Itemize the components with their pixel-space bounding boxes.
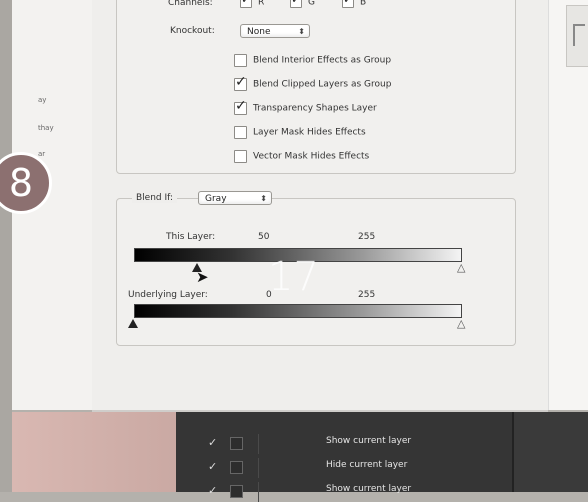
panel-background [512, 412, 588, 492]
blend-if-channel-value: Gray [205, 194, 227, 204]
channel-g-checkbox[interactable]: ✓G [290, 0, 315, 8]
checkmark-icon: ✓ [208, 436, 218, 449]
preview-thumbnail [566, 5, 588, 67]
checkmark-icon: ✓ [235, 74, 247, 90]
checkmark-icon: ✓ [235, 98, 247, 114]
channel-r-checkbox[interactable]: ✓R [240, 0, 264, 8]
left-panel-fragment: thay [38, 124, 54, 132]
blend-clipped-layers-option[interactable]: ✓ Blend Clipped Layers as Group [234, 74, 391, 94]
this-layer-label: This Layer: [166, 232, 216, 242]
knockout-value: None [247, 27, 271, 37]
menu-item-show-current-layer-2[interactable]: ✓ Show current layer [176, 482, 512, 502]
left-panel-fragment: ar [38, 150, 46, 158]
checkbox[interactable] [234, 126, 247, 139]
canvas-background [12, 412, 176, 492]
checkbox[interactable]: ✓ [234, 74, 247, 91]
checkbox[interactable] [230, 437, 243, 450]
underlying-white-slider-handle[interactable]: △ [457, 318, 468, 329]
knockout-label: Knockout: [170, 26, 215, 36]
transparency-shapes-layer-option[interactable]: ✓ Transparency Shapes Layer [234, 98, 377, 118]
underlying-layer-label: Underlying Layer: [128, 290, 208, 300]
blend-if-channel-select[interactable]: Gray ⬍ [198, 191, 272, 205]
checkbox[interactable]: ✓ [234, 98, 247, 115]
updown-arrow-icon: ⬍ [298, 27, 305, 36]
checkbox[interactable] [230, 461, 243, 474]
left-margin [0, 0, 12, 492]
left-panel-fragment: ay [38, 96, 47, 104]
underlying-layer-gradient-bar[interactable] [134, 304, 462, 318]
this-layer-white-slider-handle[interactable]: △ [457, 262, 468, 273]
this-layer-low-value: 50 [258, 232, 270, 242]
channel-b-checkbox[interactable]: ✓B [342, 0, 366, 8]
mouse-pointer-icon: ➤ [196, 268, 209, 286]
menu-item-show-current-layer[interactable]: ✓ Show current layer [176, 434, 512, 454]
overlay-value-number: 17 [268, 254, 319, 300]
checkmark-icon: ✓ [208, 460, 218, 473]
underlying-black-slider-handle[interactable] [128, 319, 138, 328]
underlying-high-value: 255 [358, 290, 376, 300]
layer-mask-hides-effects-option[interactable]: Layer Mask Hides Effects [234, 126, 366, 142]
this-layer-high-value: 255 [358, 232, 376, 242]
blend-interior-effects-option[interactable]: Blend Interior Effects as Group [234, 54, 391, 70]
checkmark-icon: ✓ [208, 484, 218, 497]
blend-if-label: Blend If: [132, 193, 178, 203]
checkbox[interactable] [234, 150, 247, 163]
vector-mask-hides-effects-option[interactable]: Vector Mask Hides Effects [234, 150, 369, 166]
channels-label: Channels: [168, 0, 213, 8]
menu-item-hide-current-layer[interactable]: ✓ Hide current layer [176, 458, 512, 478]
updown-arrow-icon: ⬍ [260, 194, 267, 203]
checkbox[interactable] [234, 54, 247, 67]
knockout-select[interactable]: None ⬍ [240, 24, 310, 38]
